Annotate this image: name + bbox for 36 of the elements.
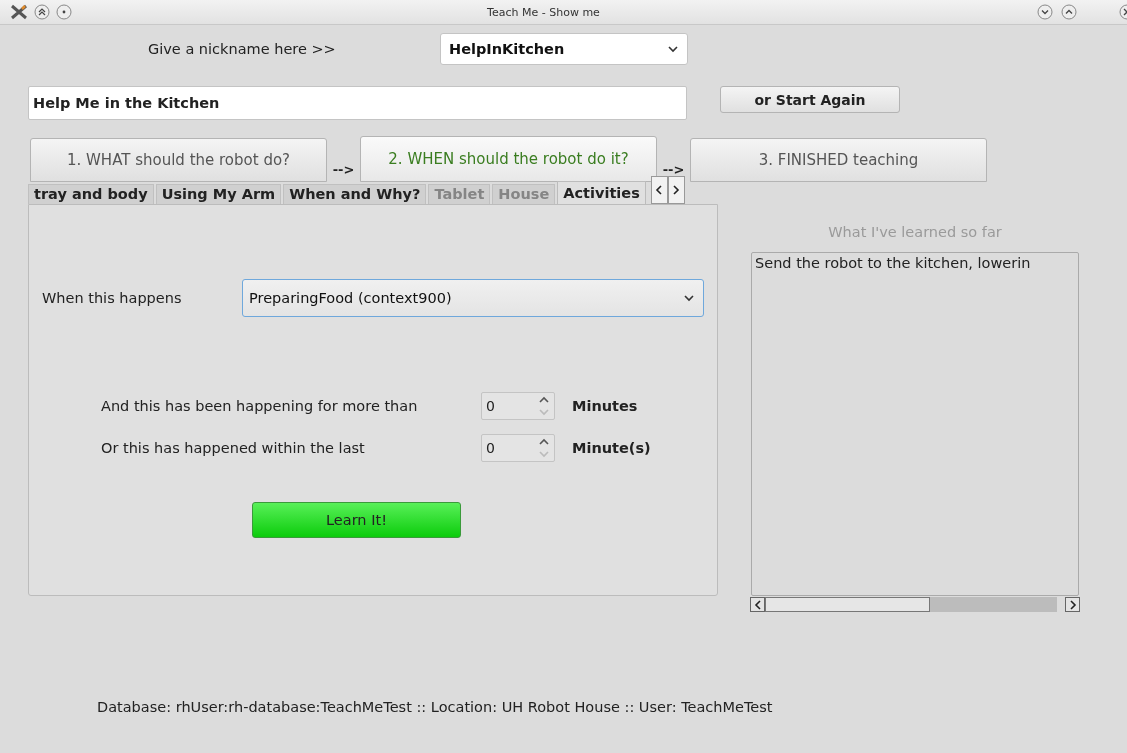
scroll-right-icon[interactable] <box>1065 597 1080 612</box>
learned-heading: What I've learned so far <box>827 224 1003 242</box>
minimize-button[interactable] <box>1037 4 1053 20</box>
step-arrow: --> <box>331 163 356 179</box>
step-arrow: --> <box>661 163 686 179</box>
learn-button[interactable]: Learn It! <box>252 502 461 538</box>
duration-label: And this has been happening for more than <box>101 398 419 414</box>
step-button[interactable]: 2. WHEN should the robot do it? <box>360 136 657 182</box>
unit-label: Minute(s) <box>572 440 651 456</box>
tab[interactable]: Activities <box>557 181 646 204</box>
tab[interactable]: tray and body <box>28 184 154 204</box>
maximize-button[interactable] <box>1061 4 1077 20</box>
task-name-field[interactable]: Help Me in the Kitchen <box>28 86 687 120</box>
step-button[interactable]: 1. WHAT should the robot do? <box>30 138 327 182</box>
window-title: Teach Me - Show me <box>486 5 601 19</box>
horizontal-scrollbar[interactable] <box>750 596 1080 613</box>
learned-text-area: Send the robot to the kitchen, lowerin <box>751 252 1079 596</box>
scroll-left-icon[interactable] <box>750 597 765 612</box>
chevron-down-icon <box>683 292 695 304</box>
tab[interactable]: When and Why? <box>283 184 427 204</box>
step-button[interactable]: 3. FINISHED teaching <box>690 138 987 182</box>
unit-label: Minutes <box>572 398 638 414</box>
start-again-button[interactable]: or Start Again <box>720 86 900 113</box>
chevron-down-icon <box>667 43 679 55</box>
condition-label: When this happens <box>42 290 183 306</box>
minutes-spinbox[interactable]: 0 <box>481 392 555 420</box>
status-text: Database: rhUser:rh-database:TeachMeTest :: Location: UH Robot House :: User: TeachMeTest <box>97 699 774 715</box>
minutes-spinbox[interactable]: 0 <box>481 434 555 462</box>
tools-icon[interactable] <box>10 4 28 20</box>
shade-button[interactable] <box>34 4 50 20</box>
duration-label: Or this has happened within the last <box>101 440 366 456</box>
nickname-label: Give a nickname here >> <box>148 41 337 57</box>
tab[interactable]: Using My Arm <box>155 184 282 204</box>
condition-dropdown[interactable]: PreparingFood (context900) <box>242 279 704 317</box>
tab-scroll-left-button[interactable] <box>650 176 668 204</box>
nickname-dropdown[interactable]: HelpInKitchen <box>440 33 688 65</box>
